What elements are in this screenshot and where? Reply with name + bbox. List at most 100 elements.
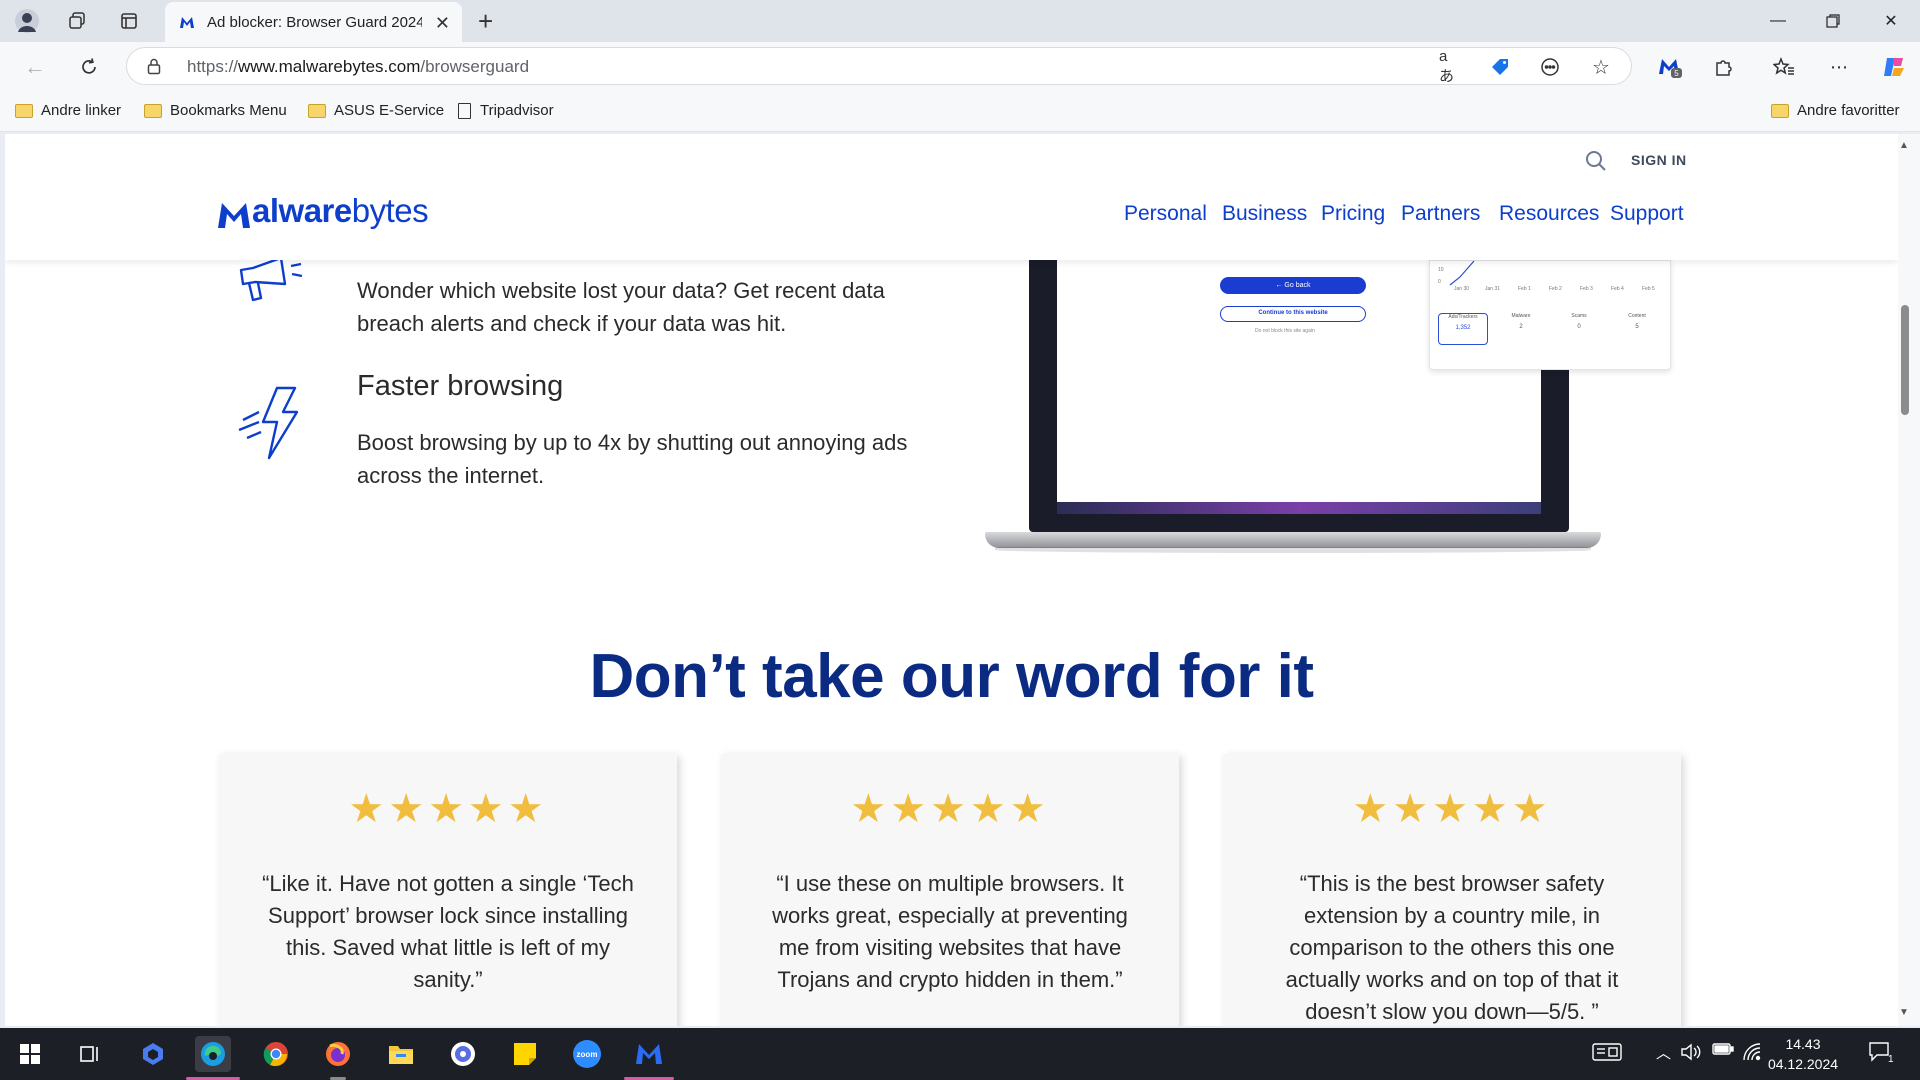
page-scrollbar[interactable] (1898, 134, 1920, 1026)
settings-taskbar-icon[interactable] (445, 1036, 481, 1072)
reading-mode-icon[interactable] (1539, 56, 1561, 78)
profile-avatar[interactable] (14, 8, 40, 34)
bookmark-andre-favoritter[interactable]: Andre favoritter (1771, 102, 1900, 119)
lock-icon[interactable] (147, 58, 161, 80)
sticky-notes-taskbar-icon[interactable] (507, 1036, 543, 1072)
nav-business[interactable]: Business (1222, 202, 1307, 226)
restore-button[interactable] (1818, 8, 1848, 34)
lightning-bolt-icon (238, 386, 299, 460)
mock-x-label: Feb 1 (1518, 286, 1531, 292)
svg-text:zoom: zoom (577, 1050, 598, 1059)
mock-y-label: 10 (1438, 267, 1444, 273)
wifi-icon[interactable] (1742, 1042, 1762, 1066)
folder-icon (308, 103, 326, 118)
tab-strip: Ad blocker: Browser Guard 2024 - ✕ + — ✕ (0, 0, 1920, 42)
mock-x-label: Jan 30 (1454, 286, 1470, 292)
search-icon[interactable] (1585, 150, 1607, 177)
mock-stats-panel: 10 0 Jan 30 Jan 31 Feb 1 Feb 2 Feb 3 Feb… (1429, 260, 1671, 370)
sign-in-link[interactable]: SIGN IN (1631, 152, 1687, 168)
zoom-taskbar-icon[interactable]: zoom (569, 1036, 605, 1072)
system-clock[interactable]: 14.43 04.12.2024 (1763, 1034, 1843, 1074)
bookmarks-bar: Andre linker Bookmarks Menu ASUS E-Servi… (0, 92, 1920, 132)
chrome-taskbar-icon[interactable] (258, 1036, 294, 1072)
malwarebytes-favicon-icon (180, 17, 194, 28)
five-star-rating: ★★★★★ (1352, 787, 1552, 831)
tab-actions-icon[interactable] (116, 8, 142, 34)
mock-stat-malware: Malware 2 (1511, 313, 1531, 330)
back-button[interactable]: ← (20, 52, 50, 82)
five-star-rating: ★★★★★ (850, 787, 1050, 831)
testimonial-card: ★★★★★ “This is the best browser safety e… (1223, 754, 1681, 1026)
bookmark-tripadvisor[interactable]: Tripadvisor (458, 102, 554, 119)
mock-x-label: Feb 2 (1549, 286, 1562, 292)
nav-support[interactable]: Support (1610, 202, 1684, 226)
faster-browsing-title: Faster browsing (357, 370, 564, 402)
toolbar: ← https://www.malwarebytes.com/browsergu… (0, 42, 1920, 92)
mock-dont-block-text: Do not block this site again (1255, 328, 1315, 334)
active-tab[interactable]: Ad blocker: Browser Guard 2024 - ✕ (165, 2, 462, 42)
testimonial-quote: “I use these on multiple browsers. It wo… (772, 871, 1128, 992)
volume-icon[interactable] (1680, 1042, 1702, 1066)
favorite-star-icon[interactable]: ☆ (1590, 56, 1612, 79)
favorites-icon[interactable] (1769, 52, 1799, 82)
logo-text: alwarebytes (252, 192, 429, 229)
start-windows-icon[interactable] (12, 1036, 48, 1072)
coupon-tag-icon[interactable] (1489, 56, 1511, 78)
firefox-taskbar-icon[interactable] (320, 1036, 356, 1072)
folder-icon (15, 103, 33, 118)
copilot-icon[interactable] (1879, 52, 1909, 82)
nav-pricing[interactable]: Pricing (1321, 202, 1385, 226)
url-text[interactable]: https://www.malwarebytes.com/browserguar… (187, 57, 529, 77)
five-star-rating: ★★★★★ (348, 787, 548, 831)
testimonial-card: ★★★★★ “I use these on multiple browsers.… (721, 754, 1179, 1026)
folder-icon (1771, 103, 1789, 118)
scrollbar-thumb[interactable] (1901, 305, 1909, 415)
keyboard-layout-icon[interactable] (1592, 1042, 1622, 1066)
laptop-shadow (995, 547, 1591, 553)
notification-center-icon[interactable]: 1 (1868, 1040, 1894, 1068)
bookmark-bookmarks-menu[interactable]: Bookmarks Menu (144, 102, 287, 119)
mock-x-label: Feb 4 (1611, 286, 1624, 292)
workspaces-icon[interactable] (64, 8, 90, 34)
mock-stat-ads: Ads/Trackers 1,352 (1438, 313, 1488, 345)
task-view-icon[interactable] (72, 1036, 108, 1072)
nav-resources[interactable]: Resources (1499, 202, 1599, 226)
nav-personal[interactable]: Personal (1124, 202, 1207, 226)
new-tab-button[interactable]: + (478, 6, 493, 37)
mock-stat-scams: Scams 0 (1571, 313, 1587, 330)
page-viewport: SIGN IN alwarebytes Personal Business Pr… (5, 134, 1898, 1026)
mock-x-label: Feb 5 (1642, 286, 1655, 292)
more-options-icon[interactable]: ⋯ (1824, 52, 1854, 82)
show-hidden-icons-chevron-icon[interactable]: ︿ (1656, 1042, 1671, 1063)
laptop-wallpaper-strip (1057, 502, 1541, 514)
svg-text:5: 5 (1674, 69, 1679, 78)
refresh-button[interactable] (74, 52, 104, 82)
minimize-button[interactable]: — (1763, 8, 1793, 34)
testimonial-card: ★★★★★ “Like it. Have not gotten a single… (219, 754, 677, 1026)
mock-stat-content: Content 5 (1628, 313, 1646, 330)
bookmark-andre-linker[interactable]: Andre linker (15, 102, 121, 119)
address-bar[interactable]: https://www.malwarebytes.com/browserguar… (126, 47, 1632, 85)
extensions-puzzle-icon[interactable] (1709, 52, 1739, 82)
mock-continue-button: Continue to this website (1220, 306, 1366, 322)
copilot-taskbar-icon[interactable] (135, 1036, 171, 1072)
close-window-button[interactable]: ✕ (1876, 8, 1906, 34)
edge-taskbar-icon[interactable] (195, 1036, 231, 1072)
taskbar: zoom ︿ 14.43 04.12.2024 1 (0, 1028, 1920, 1080)
scroll-down-arrow-icon[interactable]: ▼ (1899, 1007, 1909, 1018)
nav-partners[interactable]: Partners (1401, 202, 1480, 226)
mock-go-back-button: ← Go back (1220, 277, 1366, 294)
bookmark-asus-e-service[interactable]: ASUS E-Service (308, 102, 444, 119)
file-explorer-taskbar-icon[interactable] (383, 1036, 419, 1072)
close-tab-icon[interactable]: ✕ (435, 13, 450, 34)
clock-time: 14.43 (1785, 1036, 1821, 1052)
translate-icon[interactable]: aあ (1439, 48, 1461, 85)
megaphone-icon (239, 260, 303, 302)
clock-date: 04.12.2024 (1767, 1056, 1839, 1072)
mock-x-label: Feb 3 (1580, 286, 1593, 292)
malwarebytes-extension-icon[interactable]: 5 (1655, 52, 1685, 82)
malwarebytes-taskbar-icon[interactable] (631, 1036, 667, 1072)
scroll-up-arrow-icon[interactable]: ▲ (1899, 140, 1909, 151)
malwarebytes-logo[interactable]: alwarebytes (217, 192, 429, 230)
battery-icon[interactable] (1712, 1042, 1734, 1060)
